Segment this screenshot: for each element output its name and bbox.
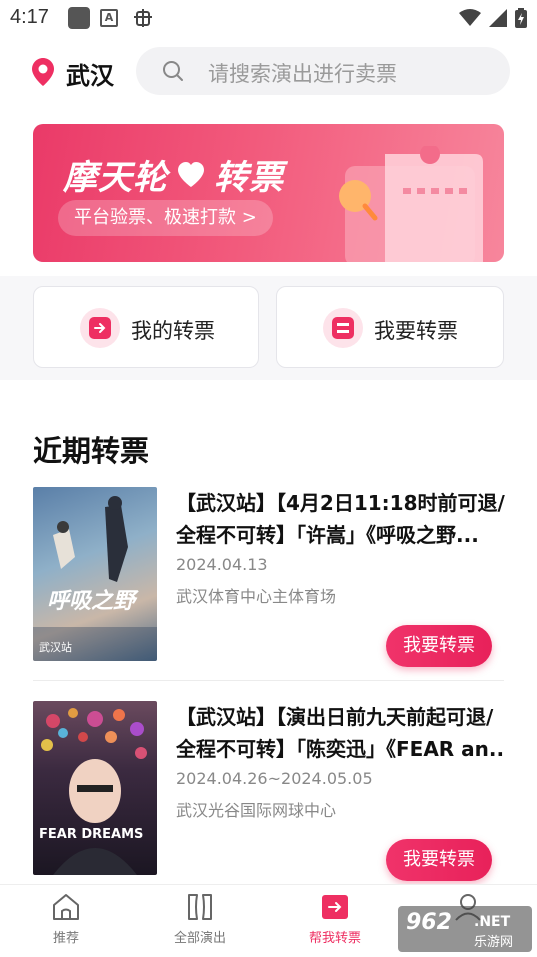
item-title-line2: 全程不可转】「许嵩」《呼吸之野... bbox=[176, 523, 479, 547]
home-icon bbox=[53, 894, 79, 920]
list-item[interactable]: 呼吸之野 武汉站 【武汉站】【4月2日11:18时前可退/ 全程不可转】「许嵩」… bbox=[33, 487, 506, 667]
city-selector[interactable]: 武汉 bbox=[66, 56, 114, 91]
tab-label: 推荐 bbox=[52, 931, 79, 946]
tab-recommend[interactable]: 推荐 bbox=[16, 893, 116, 946]
status-bar: 4:17 A bbox=[0, 0, 537, 36]
item-venue: 武汉体育中心主体育场 bbox=[176, 587, 337, 606]
banner-pill[interactable]: 平台验票、极速打款 > bbox=[58, 200, 273, 236]
tab-all-shows[interactable]: 全部演出 bbox=[150, 893, 250, 946]
poster-title: 呼吸之野 bbox=[47, 589, 136, 614]
site-watermark: 962 .NET 乐游网 bbox=[398, 906, 532, 952]
transfer-ticket-button[interactable]: 我要转票 bbox=[386, 625, 492, 667]
banner-title-part2: 转票 bbox=[214, 158, 284, 198]
transfer-icon bbox=[322, 895, 348, 919]
bug-icon bbox=[132, 7, 154, 29]
signal-icon bbox=[489, 9, 507, 27]
ticket-icon bbox=[323, 308, 363, 348]
item-title: 【武汉站】【演出日前九天前起可退/ 全程不可转】「陈奕迅」《FEAR an... bbox=[176, 701, 506, 765]
want-transfer-button[interactable]: 我要转票 bbox=[276, 286, 504, 368]
item-title: 【武汉站】【4月2日11:18时前可退/ 全程不可转】「许嵩」《呼吸之野... bbox=[176, 487, 506, 551]
transfer-ticket-button[interactable]: 我要转票 bbox=[386, 839, 492, 881]
poster-image: 呼吸之野 武汉站 bbox=[33, 487, 157, 661]
tab-label: 全部演出 bbox=[173, 931, 226, 946]
watermark-text: 乐游网 bbox=[474, 935, 514, 950]
poster-sub: 武汉站 bbox=[39, 641, 72, 654]
search-icon bbox=[163, 61, 183, 81]
ticket-illustration bbox=[339, 146, 483, 262]
battery-icon bbox=[515, 8, 527, 28]
heart-icon bbox=[178, 161, 204, 187]
watermark-number: 962 bbox=[406, 910, 452, 935]
poster-title: FEAR DREAMS bbox=[39, 827, 144, 842]
want-transfer-label: 我要转票 bbox=[374, 319, 458, 343]
promo-banner[interactable]: 摩天轮 转票 平台验票、极速打款 > bbox=[33, 124, 504, 262]
my-transfers-label: 我的转票 bbox=[131, 319, 215, 343]
list-item[interactable]: FEAR DREAMS 【武汉站】【演出日前九天前起可退/ 全程不可转】「陈奕迅… bbox=[33, 701, 506, 881]
item-title-line1: 【武汉站】【演出日前九天前起可退/ bbox=[176, 705, 494, 729]
poster-image: FEAR DREAMS bbox=[33, 701, 157, 875]
wifi-icon bbox=[459, 9, 481, 26]
search-placeholder: 请搜索演出进行卖票 bbox=[208, 62, 397, 86]
notification-square-icon bbox=[68, 7, 90, 29]
item-date: 2024.04.26~2024.05.05 bbox=[176, 769, 373, 788]
list-divider bbox=[33, 680, 504, 681]
status-right-icons bbox=[459, 6, 527, 30]
section-title: 近期转票 bbox=[33, 434, 150, 468]
tab-label: 帮我转票 bbox=[308, 931, 361, 946]
banner-title-part1: 摩天轮 bbox=[63, 158, 168, 198]
item-venue: 武汉光谷国际网球中心 bbox=[176, 801, 337, 820]
a-badge-icon: A bbox=[100, 9, 118, 27]
item-title-line2: 全程不可转】「陈奕迅」《FEAR an... bbox=[176, 737, 506, 761]
my-transfers-button[interactable]: 我的转票 bbox=[33, 286, 259, 368]
shows-icon bbox=[188, 894, 212, 920]
status-time: 4:17 bbox=[10, 6, 49, 28]
item-date: 2024.04.13 bbox=[176, 555, 268, 574]
banner-title: 摩天轮 转票 bbox=[63, 150, 284, 199]
watermark-net: .NET bbox=[474, 914, 511, 930]
item-title-line1: 【武汉站】【4月2日11:18时前可退/ bbox=[176, 491, 505, 515]
search-bar[interactable]: 请搜索演出进行卖票 bbox=[136, 47, 510, 95]
location-pin-icon[interactable] bbox=[32, 58, 54, 86]
tab-help-transfer[interactable]: 帮我转票 bbox=[285, 893, 385, 946]
arrow-right-icon bbox=[80, 308, 120, 348]
